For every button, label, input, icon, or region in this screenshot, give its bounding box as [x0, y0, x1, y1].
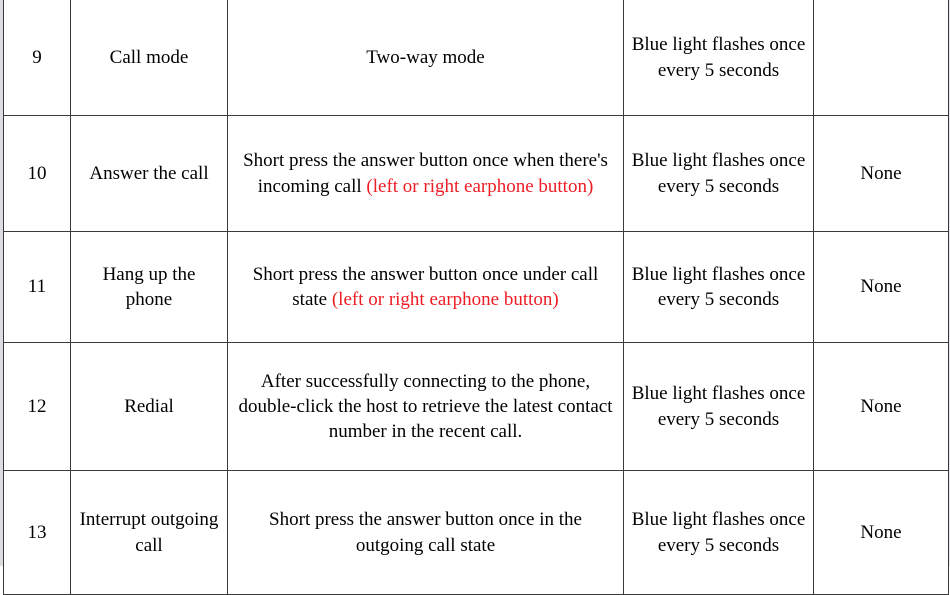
- row-function-cell: Answer the call: [70, 115, 228, 232]
- row-indicator-cell: Blue light flashes once every 5 seconds: [623, 470, 814, 595]
- row-indicator-cell: Blue light flashes once every 5 seconds: [623, 342, 814, 471]
- row-indicator-cell: Blue light flashes once every 5 seconds: [623, 0, 814, 116]
- row-number-cell: 9: [3, 0, 71, 116]
- row-remark-cell: [813, 0, 949, 116]
- row-function-cell: Call mode: [70, 0, 228, 116]
- row-number-cell: 13: [3, 470, 71, 595]
- table-row: 11 Hang up the phone Short press the ans…: [3, 231, 949, 343]
- row-function-cell: Redial: [70, 342, 228, 471]
- table-row: 10 Answer the call Short press the answe…: [3, 115, 949, 232]
- table-row: 13 Interrupt outgoing call Short press t…: [3, 470, 949, 595]
- row-remark-cell: None: [813, 231, 949, 343]
- function-spec-table: 9 Call mode Two-way mode Blue light flas…: [3, 0, 949, 595]
- row-function-cell: Hang up the phone: [70, 231, 228, 343]
- operation-text-black: Two-way mode: [366, 46, 485, 68]
- row-operation-cell: After successfully connecting to the pho…: [227, 342, 624, 471]
- row-remark-cell: None: [813, 115, 949, 232]
- spec-table-body: 9 Call mode Two-way mode Blue light flas…: [3, 0, 949, 595]
- row-operation-cell: Two-way mode: [227, 0, 624, 116]
- row-remark-cell: None: [813, 342, 949, 471]
- row-indicator-cell: Blue light flashes once every 5 seconds: [623, 231, 814, 343]
- table-row: 9 Call mode Two-way mode Blue light flas…: [3, 0, 949, 116]
- row-function-cell: Interrupt outgoing call: [70, 470, 228, 595]
- row-indicator-cell: Blue light flashes once every 5 seconds: [623, 115, 814, 232]
- document-page: 9 Call mode Two-way mode Blue light flas…: [0, 0, 950, 595]
- row-remark-cell: None: [813, 470, 949, 595]
- table-row: 12 Redial After successfully connecting …: [3, 342, 949, 471]
- operation-text-black: Short press the answer button once in th…: [269, 509, 582, 556]
- row-number-cell: 10: [3, 115, 71, 232]
- row-operation-cell: Short press the answer button once when …: [227, 115, 624, 232]
- row-number-cell: 12: [3, 342, 71, 471]
- spec-table-container: 9 Call mode Two-way mode Blue light flas…: [3, 0, 949, 595]
- row-operation-cell: Short press the answer button once under…: [227, 231, 624, 343]
- operation-text-black: After successfully connecting to the pho…: [238, 370, 613, 443]
- row-number-cell: 11: [3, 231, 71, 343]
- row-operation-cell: Short press the answer button once in th…: [227, 470, 624, 595]
- operation-text-red: (left or right earphone button): [331, 289, 559, 310]
- operation-text-red: (left or right earphone button): [366, 175, 594, 197]
